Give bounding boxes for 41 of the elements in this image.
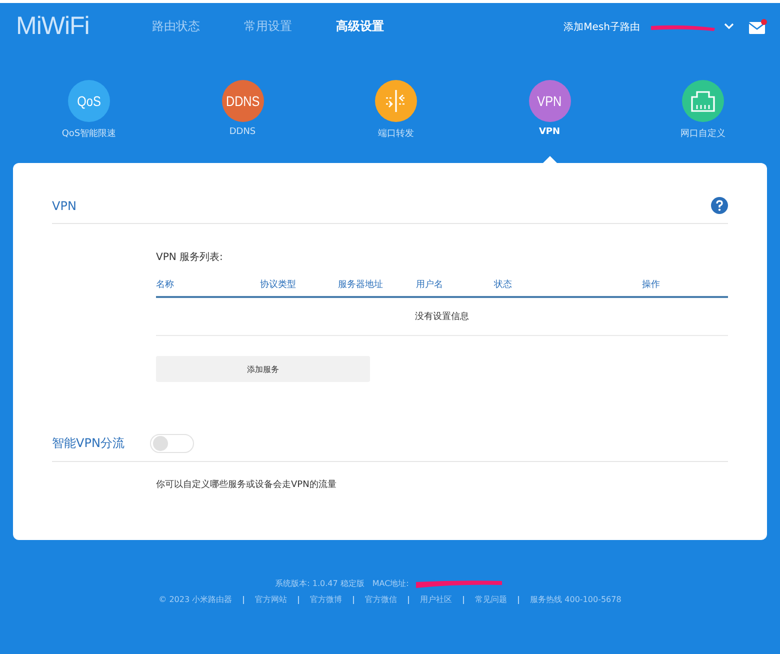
column-header: 操作 bbox=[642, 278, 660, 291]
copyright-text: © 2023 小米路由器 bbox=[158, 594, 232, 605]
footer-link[interactable]: 常见问题 bbox=[475, 594, 508, 605]
toggle-switch[interactable] bbox=[150, 434, 194, 453]
feature-icon[interactable]: DDNS bbox=[222, 80, 264, 122]
footer-link[interactable]: 官方网站 bbox=[255, 594, 288, 605]
description: 你可以自定义哪些服务或设备会走VPN的流量 bbox=[156, 480, 336, 490]
column-header: 服务器地址 bbox=[338, 278, 384, 291]
feature-icon[interactable] bbox=[375, 80, 417, 122]
help-icon[interactable] bbox=[711, 197, 728, 214]
column-header: 名称 bbox=[156, 278, 175, 291]
setting-label: 智能VPN分流 bbox=[52, 435, 126, 452]
feature-icon[interactable]: QoS bbox=[68, 80, 110, 122]
feature-tab[interactable]: DDNS bbox=[229, 127, 256, 137]
mail-icon[interactable] bbox=[748, 18, 768, 36]
feature-icon[interactable]: VPN bbox=[528, 80, 570, 122]
footer-link[interactable]: 官方微信 bbox=[365, 594, 398, 605]
logo: MiWiFi bbox=[16, 12, 90, 41]
feature-tab[interactable]: QoS智能限速 bbox=[62, 127, 116, 140]
footer-link[interactable]: 服务热线 400-100-5678 bbox=[530, 594, 622, 605]
nav-tab[interactable]: 高级设置 bbox=[336, 18, 384, 35]
add-service-button[interactable]: 添加服务 bbox=[156, 356, 370, 382]
feature-tab[interactable]: 网口自定义 bbox=[680, 127, 726, 140]
empty-message: 没有设置信息 bbox=[415, 310, 469, 323]
nav-tab[interactable]: 路由状态 bbox=[152, 18, 200, 35]
feature-icon[interactable] bbox=[682, 80, 724, 122]
footer-link[interactable]: 官方微博 bbox=[310, 594, 342, 605]
ethernet-port-icon bbox=[690, 89, 716, 113]
column-header: 协议类型 bbox=[260, 278, 297, 291]
list-title: VPN 服务列表: bbox=[156, 250, 224, 264]
column-header: 状态 bbox=[494, 278, 513, 291]
feature-tab[interactable]: 端口转发 bbox=[378, 127, 414, 140]
nav-tab[interactable]: 常用设置 bbox=[244, 18, 292, 35]
mac-label: MAC地址: bbox=[372, 578, 409, 589]
section-title: VPN bbox=[52, 198, 76, 212]
version-text: 系统版本: 1.0.47 稳定版 bbox=[275, 578, 364, 589]
chevron-icon[interactable] bbox=[724, 23, 734, 30]
column-header: 用户名 bbox=[416, 278, 444, 291]
mesh-link[interactable]: 添加Mesh子路由 bbox=[564, 20, 640, 34]
footer-link[interactable]: 用户社区 bbox=[420, 594, 452, 605]
feature-tab[interactable]: VPN bbox=[538, 127, 560, 137]
